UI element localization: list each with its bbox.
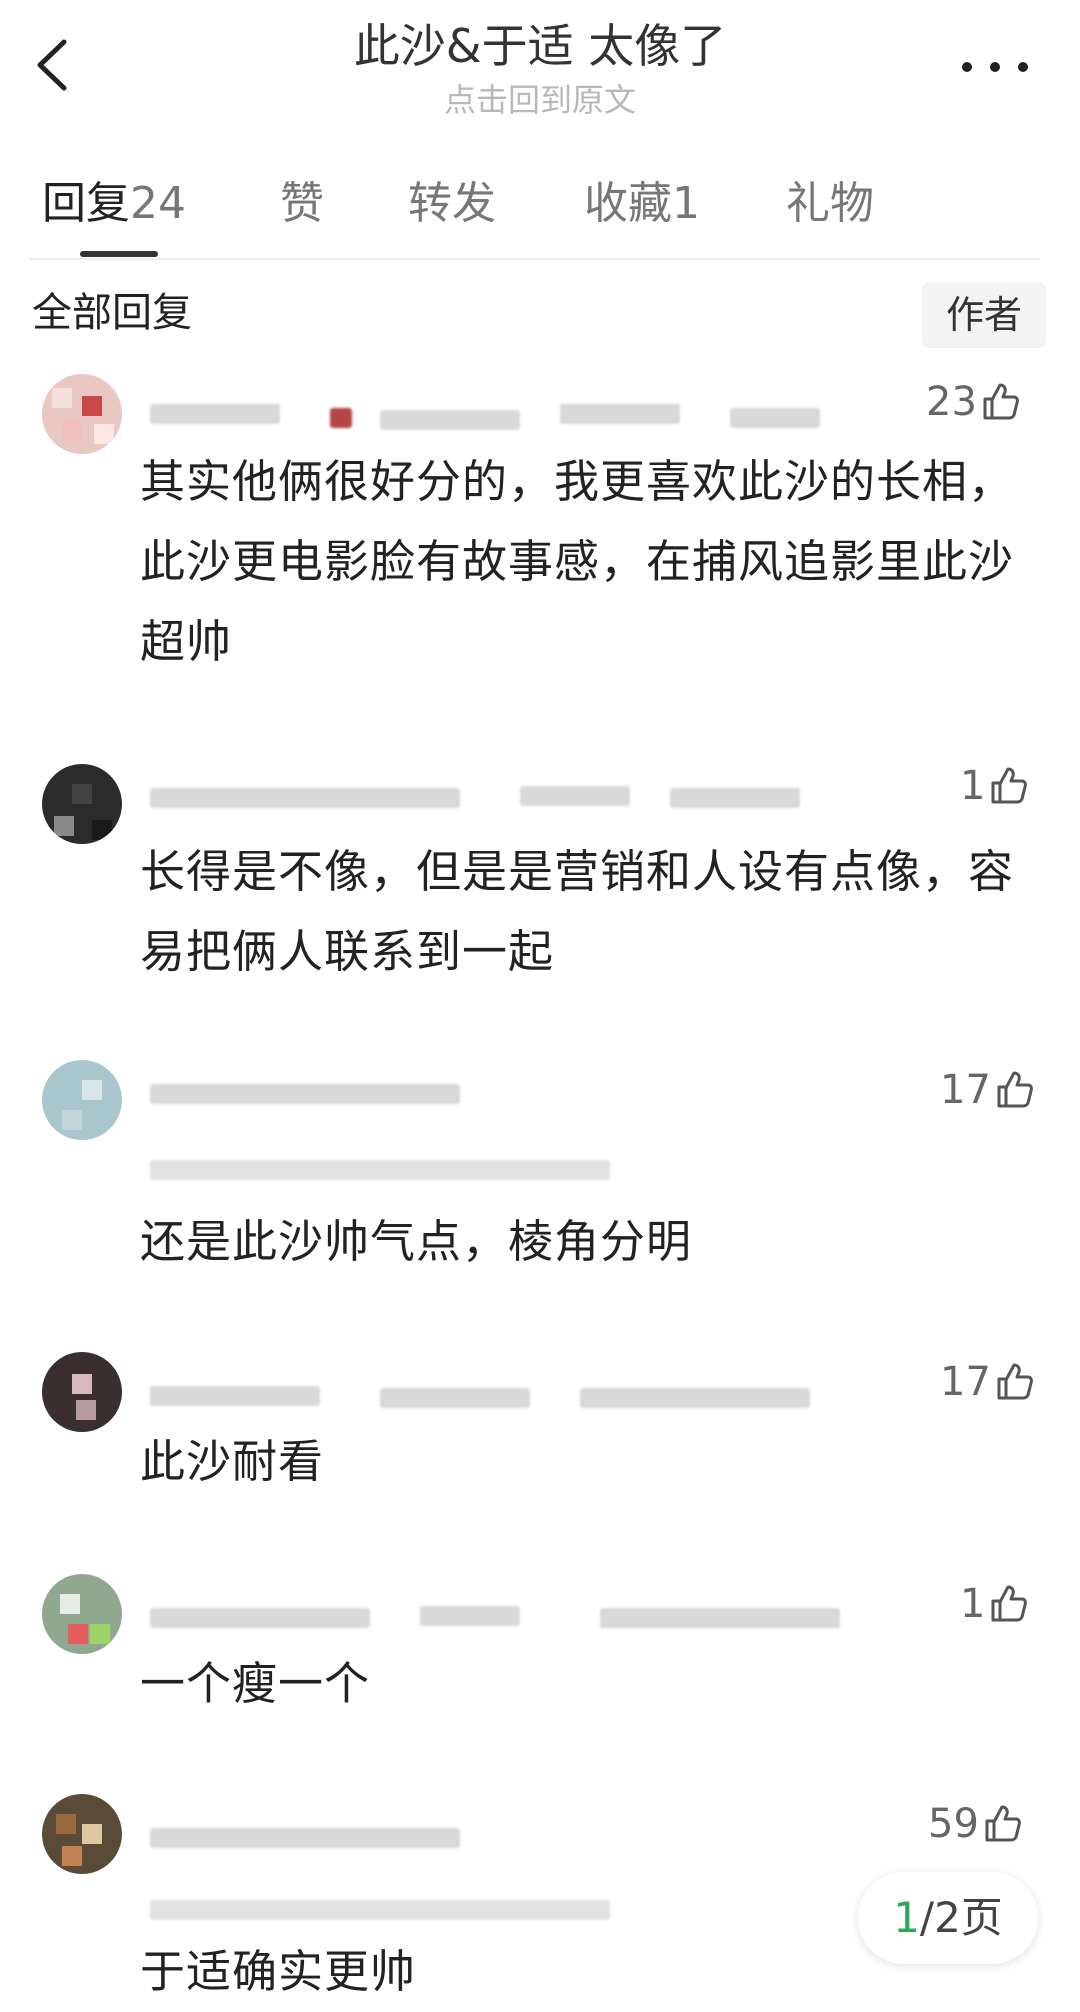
- username-blurred[interactable]: [150, 1822, 490, 1858]
- comment-text: 长得是不像，但是是营销和人设有点像，容易把俩人联系到一起: [140, 845, 1015, 978]
- avatar[interactable]: [42, 764, 122, 844]
- like-button[interactable]: 1: [960, 758, 1028, 814]
- tab-favorites-label: 收藏: [584, 178, 672, 229]
- like-button[interactable]: 17: [940, 1354, 1033, 1410]
- comment-text: 此沙耐看: [140, 1435, 325, 1488]
- author-filter-button[interactable]: 作者: [922, 282, 1046, 348]
- username-blurred[interactable]: [150, 1080, 470, 1110]
- thumbs-up-icon: [991, 767, 1028, 804]
- tab-likes[interactable]: 赞: [280, 174, 324, 234]
- thumbs-up-icon: [997, 1363, 1033, 1400]
- back-to-original-link[interactable]: 点击回到原文: [0, 76, 1080, 124]
- thumbs-up-icon: [991, 1585, 1028, 1622]
- thumbs-up-icon: [997, 1071, 1033, 1108]
- tab-favorites[interactable]: 收藏1: [584, 174, 700, 234]
- username-blurred[interactable]: [150, 1380, 830, 1416]
- like-count: 23: [926, 379, 977, 425]
- comment-text: 一个瘦一个: [140, 1657, 371, 1710]
- page-indicator[interactable]: 1/2页: [858, 1872, 1038, 1964]
- like-button[interactable]: 17: [940, 1062, 1033, 1118]
- tab-replies-label: 回复: [42, 178, 130, 229]
- tab-likes-label: 赞: [280, 178, 324, 229]
- tab-favorites-count: 1: [672, 178, 700, 229]
- avatar[interactable]: [42, 1574, 122, 1654]
- meta-blurred: [150, 1896, 630, 1926]
- tab-replies[interactable]: 回复24: [42, 174, 186, 234]
- like-button[interactable]: 23: [926, 374, 1019, 430]
- more-options-button[interactable]: [960, 42, 1030, 88]
- comment-text: 还是此沙帅气点，棱角分明: [140, 1215, 693, 1268]
- tab-gifts-label: 礼物: [786, 178, 874, 229]
- avatar[interactable]: [42, 1060, 122, 1140]
- all-replies-label: 全部回复: [32, 290, 192, 336]
- username-blurred[interactable]: [150, 1600, 870, 1636]
- tab-reposts[interactable]: 转发: [408, 174, 496, 234]
- username-blurred[interactable]: [150, 400, 850, 436]
- comment-text: 其实他俩很好分的，我更喜欢此沙的长相，此沙更电影脸有故事感，在捕风追影里此沙超帅: [140, 455, 1015, 668]
- avatar[interactable]: [42, 374, 122, 454]
- like-count: 17: [940, 1067, 991, 1113]
- page-title: 此沙&于适 太像了: [353, 19, 727, 73]
- like-button[interactable]: 1: [960, 1576, 1028, 1632]
- meta-blurred: [150, 1156, 630, 1186]
- avatar[interactable]: [42, 1794, 122, 1874]
- username-blurred[interactable]: [150, 780, 830, 816]
- tab-reposts-label: 转发: [408, 178, 496, 229]
- current-page: 1: [893, 1893, 920, 1942]
- avatar[interactable]: [42, 1352, 122, 1432]
- like-count: 17: [940, 1359, 991, 1405]
- tabs-divider: [30, 258, 1040, 260]
- thumbs-up-icon: [983, 383, 1019, 420]
- like-count: 1: [960, 1581, 986, 1627]
- thumbs-up-icon: [985, 1805, 1021, 1842]
- tab-gifts[interactable]: 礼物: [786, 174, 874, 234]
- like-button[interactable]: 59: [928, 1796, 1021, 1852]
- like-count: 1: [960, 763, 986, 809]
- like-count: 59: [928, 1801, 979, 1847]
- tab-replies-count: 24: [130, 178, 186, 229]
- page-total: /2页: [919, 1893, 1003, 1942]
- active-tab-indicator: [80, 251, 158, 257]
